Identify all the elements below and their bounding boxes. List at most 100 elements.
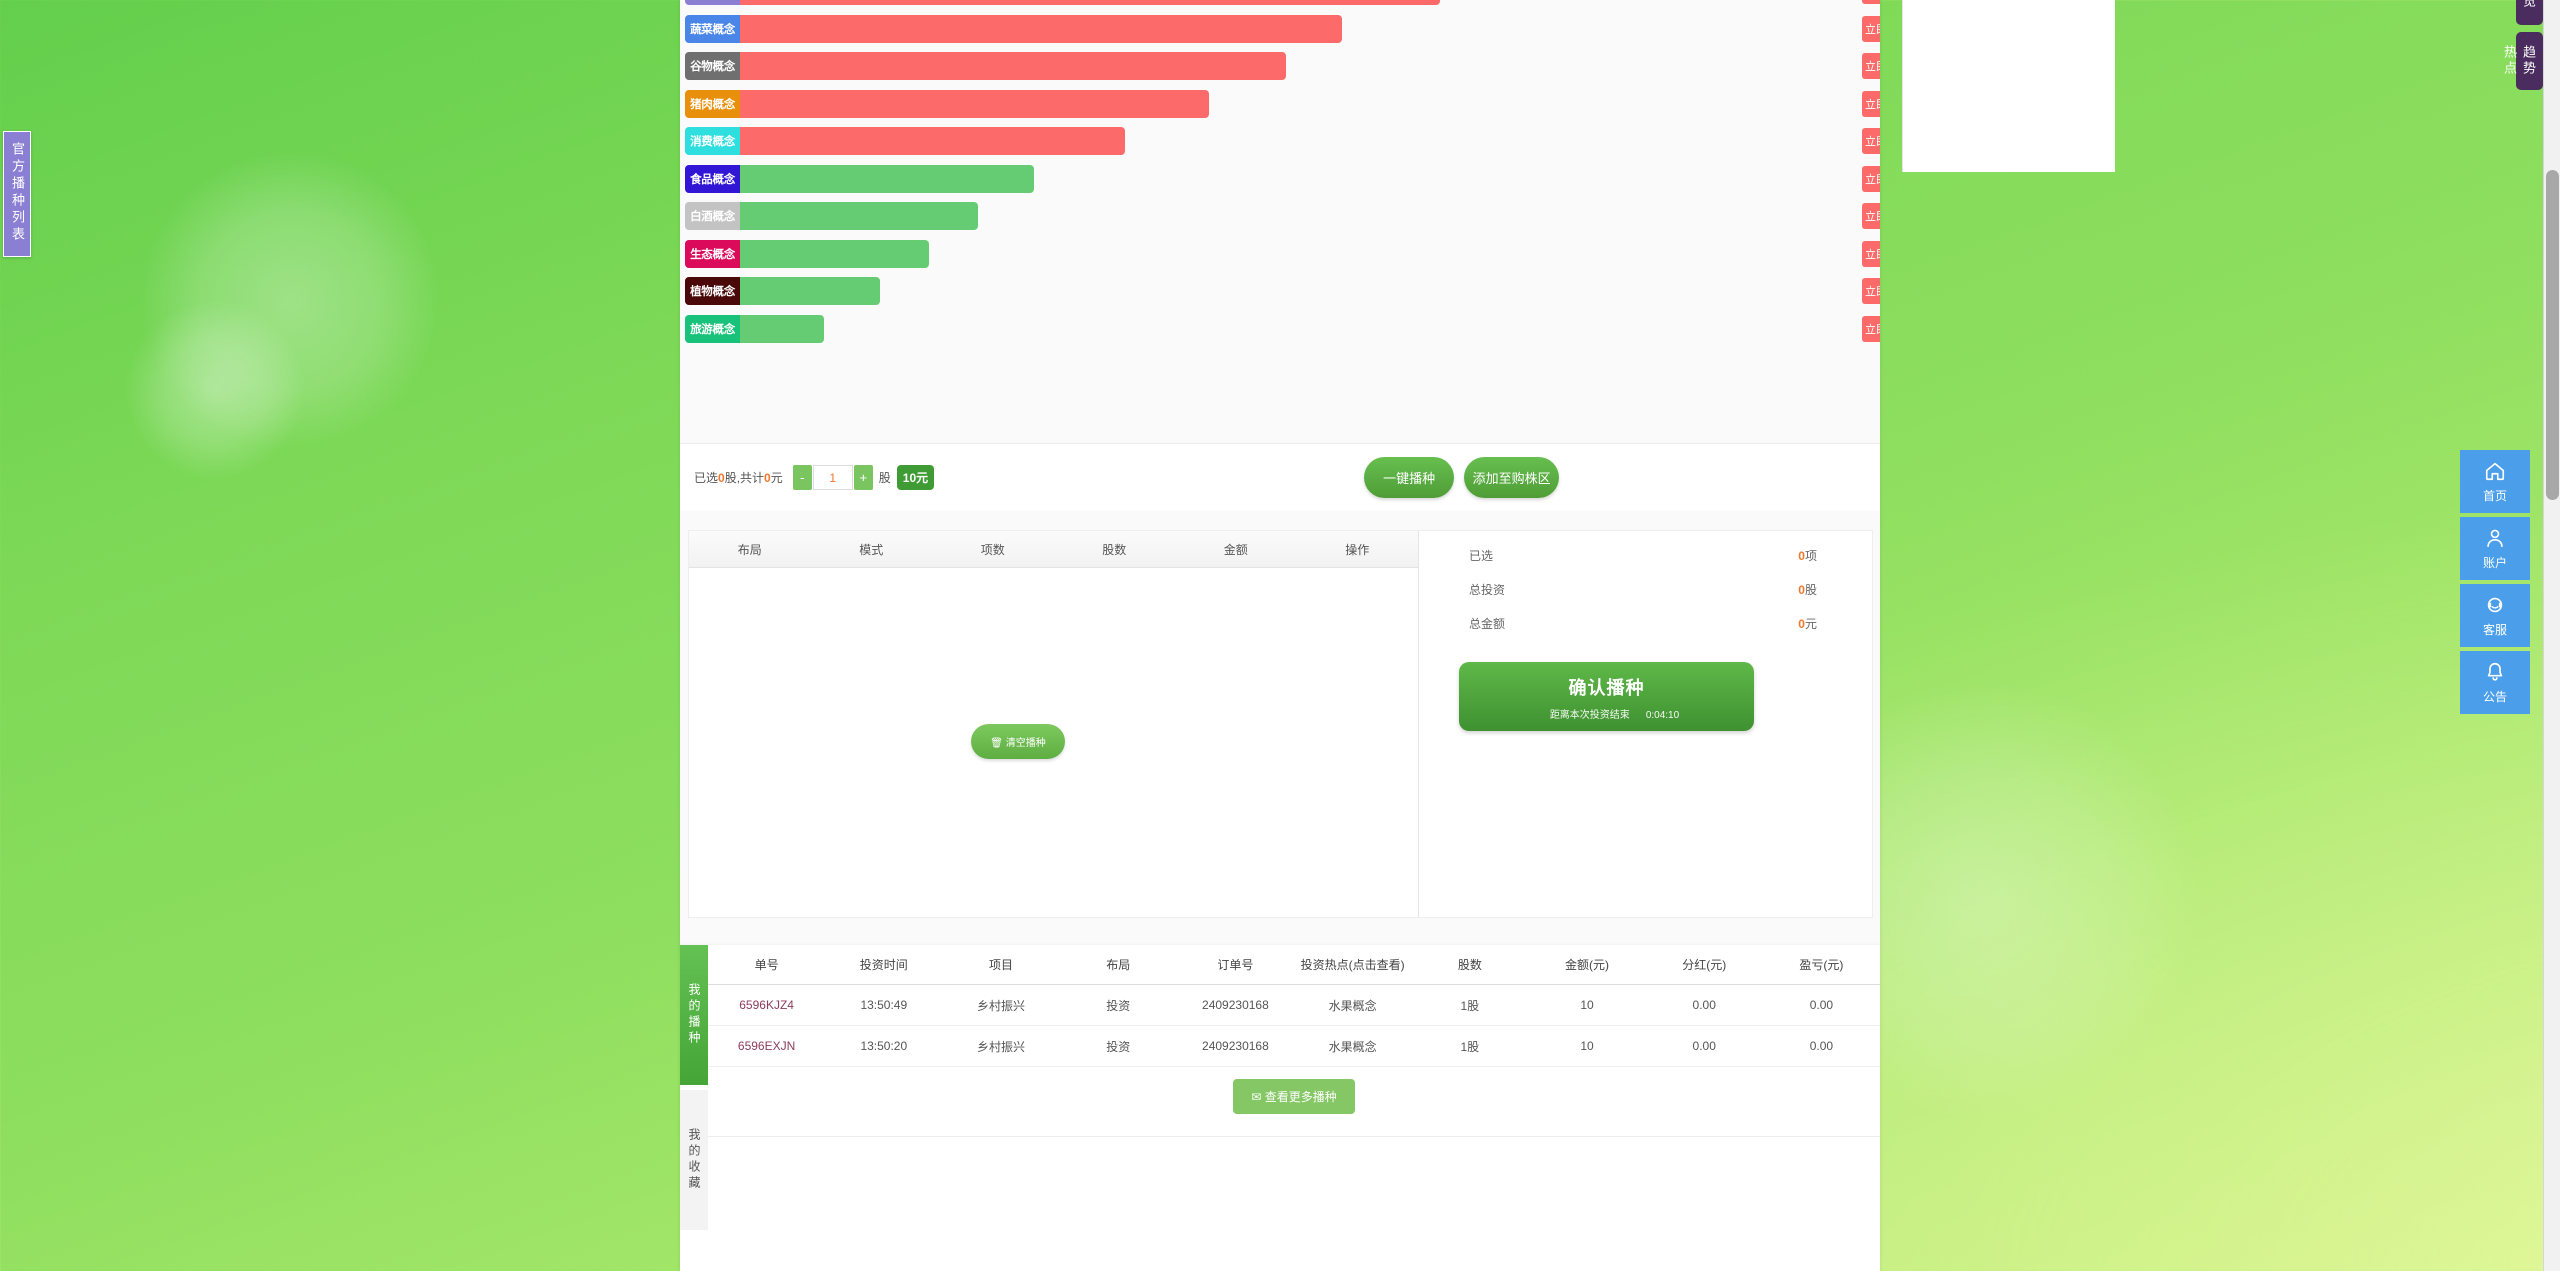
records-tab-1[interactable]: 我的收藏 xyxy=(680,1090,708,1230)
record-cell: 2409230168 xyxy=(1202,998,1269,1012)
float-button-账户[interactable]: 账户 xyxy=(2460,517,2530,580)
bar-fill-8[interactable] xyxy=(740,277,880,305)
order-summary-list: 已选 0项 总投资 0股 总金额 0元 xyxy=(1439,547,1852,632)
page-scrollbar[interactable] xyxy=(2543,0,2560,1271)
float-button-公告[interactable]: 公告 xyxy=(2460,651,2530,714)
record-cell: 0.00 xyxy=(1692,1039,1716,1053)
bar-fill-3[interactable] xyxy=(740,89,1209,118)
order-summary-value: 0股 xyxy=(1798,583,1817,597)
quantity-decrement-button[interactable]: - xyxy=(792,465,812,490)
quantity-unit-label: 股 xyxy=(878,471,891,485)
record-cell: 投资 xyxy=(1106,998,1131,1013)
scroll-up-arrow[interactable] xyxy=(2544,0,2560,17)
sidebar-tab-official-sowing-list[interactable]: 官方播种列表 xyxy=(3,131,31,257)
float-button-客服[interactable]: 客服 xyxy=(2460,584,2530,647)
record-cell: 10 xyxy=(1580,1039,1594,1053)
order-summary-row: 已选 0项 xyxy=(1439,547,1852,564)
my-records-card: 我的播种 我的收藏 单号 投资时间 项目 布局 订单号 投资热点(点击查看) 股数 金额(元) 分… xyxy=(680,945,1880,1271)
bar-fill-5[interactable] xyxy=(740,164,1034,193)
add-to-cart-button[interactable]: 添加至购株区 xyxy=(1464,457,1560,498)
bar-fill-6[interactable] xyxy=(740,202,978,230)
confirm-sowing-button[interactable]: 确认播种 距离本次投资结束 0:04:10 xyxy=(1459,662,1754,731)
bar-row: 旅游概念 xyxy=(685,314,1875,343)
order-summary-row: 总投资 0股 xyxy=(1439,581,1852,598)
record-cell: 1股 xyxy=(1460,1039,1480,1054)
record-cell: 0.00 xyxy=(1692,998,1716,1012)
bar-label-6[interactable]: 白酒概念 xyxy=(685,202,740,230)
bar-row: 白酒概念 xyxy=(685,202,1875,230)
records-tab-0[interactable]: 我的播种 xyxy=(680,945,708,1085)
bar-row: 生态概念 xyxy=(685,239,1875,268)
record-id-cell[interactable]: 6596KJZ4 xyxy=(708,998,825,1012)
buy-now-button[interactable]: 立即购买 xyxy=(1862,315,1880,342)
float-button-首页[interactable]: 首页 xyxy=(2460,450,2530,513)
records-column-header: 投资时间 xyxy=(859,958,908,972)
view-more-sowing-button[interactable]: ✉ 查看更多播种 xyxy=(1233,1079,1355,1114)
buy-now-button[interactable]: 立即购买 xyxy=(1862,15,1880,42)
bar-fill-4[interactable] xyxy=(740,127,1125,155)
quantity-input[interactable] xyxy=(812,465,853,490)
buy-now-button[interactable]: 立即购买 xyxy=(1862,165,1880,192)
bar-fill-9[interactable] xyxy=(740,314,824,343)
buy-now-button[interactable]: 立即购买 xyxy=(1862,278,1880,304)
right-tab-trend-hotspot[interactable]: 趋势热点 xyxy=(2502,32,2543,90)
right-tab-browse[interactable]: 览 xyxy=(2516,0,2543,25)
one-key-sow-button[interactable]: 一键播种 xyxy=(1364,457,1455,498)
records-column-header: 布局 xyxy=(1106,958,1131,972)
float-button-label: 账户 xyxy=(2482,555,2507,570)
bar-label-9[interactable]: 旅游概念 xyxy=(685,314,740,343)
bar-label-1[interactable]: 蔬菜概念 xyxy=(685,14,740,43)
order-summary-label: 总金额 xyxy=(1469,617,1506,631)
buy-now-button[interactable]: 立即购买 xyxy=(1862,90,1880,117)
records-column-header: 投资热点(点击查看) xyxy=(1300,958,1405,972)
quantity-increment-button[interactable]: + xyxy=(853,465,873,490)
buy-now-button[interactable]: 立即购买 xyxy=(1862,53,1880,79)
bar-fill-0[interactable] xyxy=(740,0,1440,5)
records-tab-strip: 我的播种 我的收藏 xyxy=(680,945,708,1271)
buy-now-button[interactable]: 立即购买 xyxy=(1862,0,1880,4)
bar-label-4[interactable]: 消费概念 xyxy=(685,127,740,155)
buy-now-button[interactable]: 立即购买 xyxy=(1862,128,1880,154)
buy-now-button[interactable]: 立即购买 xyxy=(1862,203,1880,229)
floating-action-bar: 首页 账户 客服 公告 xyxy=(2460,450,2530,718)
countdown-value: 0:04:10 xyxy=(1645,710,1680,721)
record-hotspot-cell[interactable]: 水果概念 xyxy=(1294,1038,1411,1055)
user-icon xyxy=(2484,527,2506,554)
float-button-label: 公告 xyxy=(2482,689,2507,704)
scrollbar-thumb[interactable] xyxy=(2546,170,2559,500)
bar-label-8[interactable]: 植物概念 xyxy=(685,277,740,305)
bar-fill-1[interactable] xyxy=(740,14,1342,43)
bar-row: 消费概念 xyxy=(685,127,1875,155)
order-summary-label: 已选 xyxy=(1469,549,1494,563)
record-cell: 0.00 xyxy=(1809,1039,1834,1053)
bar-fill-7[interactable] xyxy=(740,239,929,268)
bar-label-7[interactable]: 生态概念 xyxy=(685,239,740,268)
record-hotspot-cell[interactable]: 水果概念 xyxy=(1294,997,1411,1014)
records-table-body: 6596KJZ4 13:50:49 乡村振兴 投资 2409230168 水果概念 1股 10… xyxy=(708,985,1880,1067)
headset-icon xyxy=(2484,594,2506,621)
scroll-down-arrow[interactable] xyxy=(2544,1254,2560,1271)
records-column-header: 盈亏(元) xyxy=(1799,958,1844,972)
order-summary-area: 已选 0项 总投资 0股 总金额 0元 确认播种 距离本次投资结束 0:04:10 xyxy=(1419,531,1872,917)
records-column-header: 分红(元) xyxy=(1682,958,1727,972)
bar-label-3[interactable]: 猪肉概念 xyxy=(685,89,740,118)
record-cell: 0.00 xyxy=(1809,998,1834,1012)
bar-fill-2[interactable] xyxy=(740,52,1286,80)
records-column-header: 订单号 xyxy=(1217,958,1254,972)
bar-label-5[interactable]: 食品概念 xyxy=(685,164,740,193)
sow-order-panel: 布局 模式 项数 股数 金额 操作 🗑 清空播种 已选 0项 总投资 0股 总金额 0元 确认播种 … xyxy=(688,530,1873,918)
bar-label-2[interactable]: 谷物概念 xyxy=(685,52,740,80)
record-cell: 10 xyxy=(1580,998,1594,1012)
record-cell: 乡村振兴 xyxy=(977,998,1026,1013)
bar-label-0[interactable]: 水果概念 xyxy=(685,0,740,5)
table-row: 6596EXJN 13:50:20 乡村振兴 投资 2409230168 水果概念 1股 10… xyxy=(708,1026,1880,1067)
order-summary-value: 0项 xyxy=(1798,549,1817,563)
buy-now-button[interactable]: 立即购买 xyxy=(1862,240,1880,267)
record-id-cell[interactable]: 6596EXJN xyxy=(708,1039,825,1053)
order-column-header: 股数 xyxy=(1102,542,1127,557)
table-row: 6596KJZ4 13:50:49 乡村振兴 投资 2409230168 水果概念 1股 10… xyxy=(708,985,1880,1026)
clear-sowing-button[interactable]: 🗑 清空播种 xyxy=(971,724,1065,759)
order-table-header: 布局 模式 项数 股数 金额 操作 xyxy=(689,531,1418,568)
concept-bar-chart: 水果概念立即购买蔬菜概念立即购买谷物概念立即购买猪肉概念立即购买消费概念立即购买… xyxy=(680,0,1880,443)
bar-row: 猪肉概念 xyxy=(685,89,1875,118)
